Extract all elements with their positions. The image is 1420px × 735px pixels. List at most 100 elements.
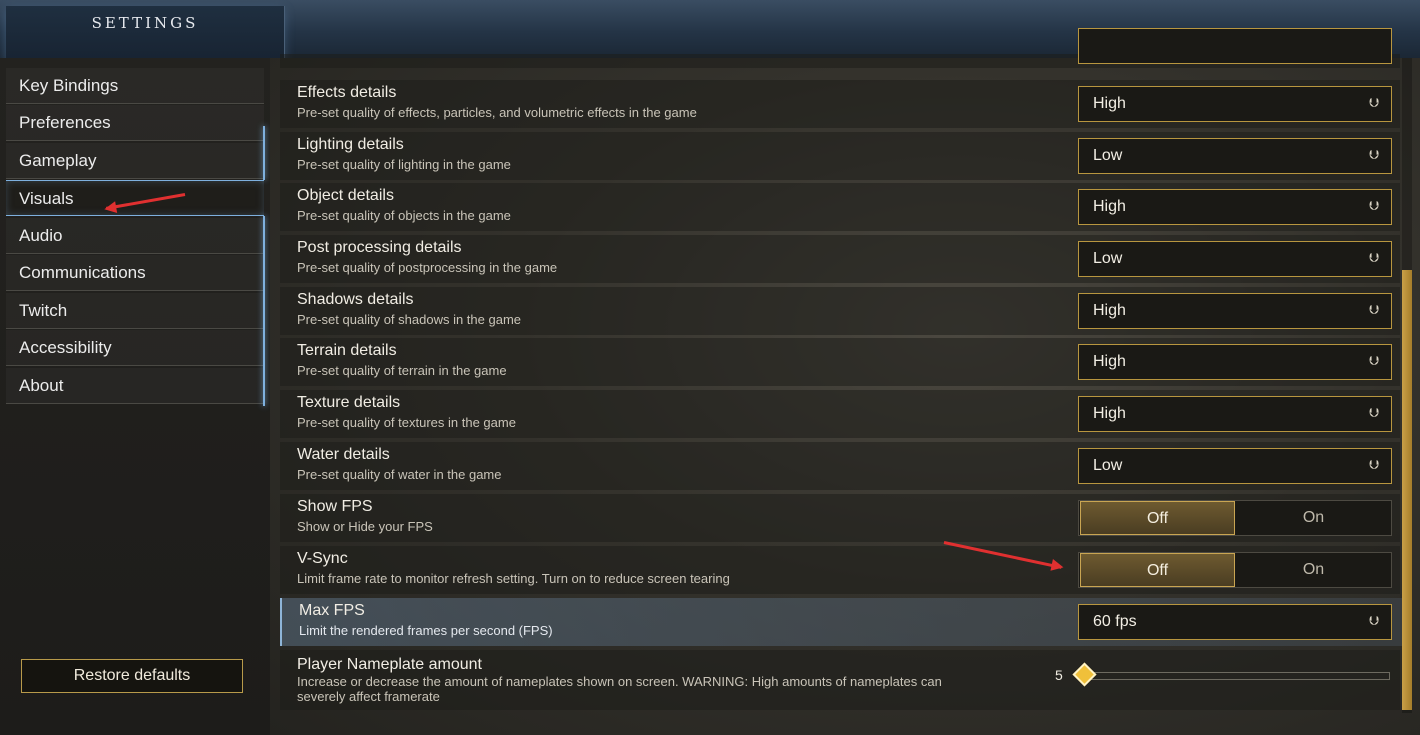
sidebar-item-label: Key Bindings [19, 76, 119, 95]
max-fps-dropdown[interactable]: 60 fps ⮋ [1078, 604, 1392, 640]
sidebar-item-accessibility[interactable]: Accessibility [6, 330, 264, 366]
dropdown-value: 60 fps [1093, 613, 1137, 630]
vsync-on-option[interactable]: On [1236, 553, 1391, 587]
settings-row-effects: Effects details Pre-set quality of effec… [280, 80, 1400, 128]
shadows-details-dropdown[interactable]: High ⮋ [1078, 293, 1392, 329]
setting-title: Object details [297, 187, 394, 204]
sidebar-item-label: Twitch [19, 301, 68, 320]
setting-description: Pre-set quality of postprocessing in the… [297, 260, 558, 275]
effects-details-dropdown[interactable]: High ⮋ [1078, 86, 1392, 122]
setting-title: Shadows details [297, 291, 414, 308]
texture-details-dropdown[interactable]: High ⮋ [1078, 396, 1392, 432]
settings-row-max-fps: Max FPS Limit the rendered frames per se… [280, 598, 1402, 646]
dropdown-value: Low [1093, 147, 1123, 164]
dropdown-value: High [1093, 302, 1126, 319]
setting-title: Show FPS [297, 498, 373, 515]
diamond-knob-icon[interactable] [1072, 662, 1097, 687]
sidebar-item-label: Communications [19, 263, 146, 282]
sidebar-item-label: About [19, 376, 64, 395]
settings-row-terrain: Terrain details Pre-set quality of terra… [280, 338, 1400, 386]
settings-row-partial [280, 28, 1400, 68]
vsync-toggle: Off On [1078, 552, 1392, 588]
setting-description: Limit the rendered frames per second (FP… [299, 623, 553, 638]
lighting-details-dropdown[interactable]: Low ⮋ [1078, 138, 1392, 174]
sidebar-item-label: Visuals [19, 189, 74, 208]
setting-description: Pre-set quality of textures in the game [297, 415, 516, 430]
chevron-down-icon: ⮋ [1369, 457, 1379, 472]
setting-title: Effects details [297, 84, 397, 101]
settings-row-object: Object details Pre-set quality of object… [280, 183, 1400, 231]
sidebar-item-key-bindings[interactable]: Key Bindings [6, 68, 264, 104]
setting-description: Pre-set quality of lighting in the game [297, 157, 511, 172]
show-fps-off-option[interactable]: Off [1080, 501, 1235, 535]
sidebar-item-preferences[interactable]: Preferences [6, 105, 264, 141]
nameplate-amount-value: 5 [1055, 667, 1063, 683]
setting-title: Post processing details [297, 239, 462, 256]
setting-title: Terrain details [297, 342, 397, 359]
setting-title: Texture details [297, 394, 401, 411]
settings-row-texture: Texture details Pre-set quality of textu… [280, 390, 1400, 438]
settings-panel: Effects details Pre-set quality of effec… [270, 28, 1420, 735]
sidebar-item-label: Accessibility [19, 338, 112, 357]
chevron-down-icon: ⮋ [1369, 198, 1379, 213]
chevron-down-icon: ⮋ [1369, 147, 1379, 162]
chevron-down-icon: ⮋ [1369, 405, 1379, 420]
setting-title: Lighting details [297, 136, 404, 153]
sidebar-item-twitch[interactable]: Twitch [6, 293, 264, 329]
sidebar: Key Bindings Preferences Gameplay Visual… [0, 58, 270, 735]
partial-dropdown[interactable] [1078, 28, 1392, 64]
settings-row-lighting: Lighting details Pre-set quality of ligh… [280, 132, 1400, 180]
show-fps-on-option[interactable]: On [1236, 501, 1391, 535]
setting-description: Limit frame rate to monitor refresh sett… [297, 571, 730, 586]
terrain-details-dropdown[interactable]: High ⮋ [1078, 344, 1392, 380]
setting-description: Pre-set quality of terrain in the game [297, 363, 507, 378]
setting-description: Pre-set quality of objects in the game [297, 208, 511, 223]
sidebar-item-label: Gameplay [19, 151, 97, 170]
setting-description: Increase or decrease the amount of namep… [297, 674, 942, 704]
sidebar-item-communications[interactable]: Communications [6, 255, 264, 291]
dropdown-value: High [1093, 353, 1126, 370]
sidebar-item-gameplay[interactable]: Gameplay [6, 143, 264, 179]
water-details-dropdown[interactable]: Low ⮋ [1078, 448, 1392, 484]
vsync-off-option[interactable]: Off [1080, 553, 1235, 587]
dropdown-value: High [1093, 95, 1126, 112]
sidebar-item-label: Audio [19, 226, 63, 245]
setting-title: Player Nameplate amount [297, 656, 482, 673]
settings-row-vsync: V-Sync Limit frame rate to monitor refre… [280, 546, 1400, 594]
show-fps-toggle: Off On [1078, 500, 1392, 536]
settings-row-show-fps: Show FPS Show or Hide your FPS Off On [280, 494, 1400, 542]
setting-title: Max FPS [299, 602, 365, 619]
sidebar-item-visuals[interactable]: Visuals [6, 180, 264, 216]
nav-highlight-edge [263, 216, 265, 406]
chevron-down-icon: ⮋ [1369, 250, 1379, 265]
settings-row-water: Water details Pre-set quality of water i… [280, 442, 1400, 490]
restore-defaults-button[interactable]: Restore defaults [21, 659, 243, 693]
chevron-down-icon: ⮋ [1369, 302, 1379, 317]
chevron-down-icon: ⮋ [1369, 613, 1379, 628]
post-processing-details-dropdown[interactable]: Low ⮋ [1078, 241, 1392, 277]
chevron-down-icon: ⮋ [1369, 353, 1379, 368]
object-details-dropdown[interactable]: High ⮋ [1078, 189, 1392, 225]
sidebar-item-audio[interactable]: Audio [6, 218, 264, 254]
settings-row-shadows: Shadows details Pre-set quality of shado… [280, 287, 1400, 335]
scrollbar-thumb[interactable] [1402, 270, 1412, 710]
page-title: SETTINGS [91, 14, 199, 32]
dropdown-value: High [1093, 198, 1126, 215]
setting-description: Show or Hide your FPS [297, 519, 433, 534]
setting-description: Pre-set quality of water in the game [297, 467, 502, 482]
settings-row-post-processing: Post processing details Pre-set quality … [280, 235, 1400, 283]
nav-highlight-edge [263, 126, 265, 180]
dropdown-value: Low [1093, 250, 1123, 267]
sidebar-item-about[interactable]: About [6, 368, 264, 404]
chevron-down-icon: ⮋ [1369, 95, 1379, 110]
setting-title: V-Sync [297, 550, 348, 567]
dropdown-value: High [1093, 405, 1126, 422]
setting-description: Pre-set quality of effects, particles, a… [297, 105, 697, 120]
dropdown-value: Low [1093, 457, 1123, 474]
setting-description: Pre-set quality of shadows in the game [297, 312, 522, 327]
setting-title: Water details [297, 446, 390, 463]
header-divider [284, 6, 285, 58]
settings-row-nameplate-amount: Player Nameplate amount Increase or decr… [280, 650, 1400, 710]
sidebar-item-label: Preferences [19, 113, 111, 132]
nameplate-amount-slider[interactable] [1080, 672, 1390, 680]
